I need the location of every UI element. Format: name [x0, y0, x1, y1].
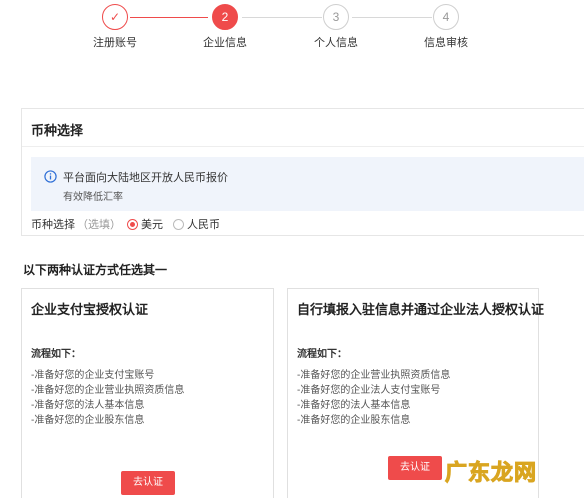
info-circle-icon [44, 170, 57, 183]
list-item: -准备好您的企业营业执照资质信息 [31, 385, 185, 396]
currency-field-label: 币种选择 [31, 219, 75, 231]
radio-usd[interactable] [127, 218, 138, 230]
step-label: 企业信息 [203, 37, 247, 49]
radio-usd-label[interactable]: 美元 [141, 216, 163, 232]
info-notice: 平台面向大陆地区开放人民币报价 有效降低汇率 [31, 157, 584, 211]
watermark-logo: 广东龙网 [444, 460, 538, 486]
radio-rmb-label[interactable]: 人民币 [187, 216, 220, 232]
radio-rmb[interactable] [173, 218, 184, 230]
step-register-account: ✓ 注册账号 [75, 4, 155, 50]
list-item: -准备好您的企业股东信息 [31, 415, 145, 426]
step-label: 信息审核 [424, 37, 468, 49]
requirements-list: -准备好您的企业营业执照资质信息 -准备好您的企业法人支付宝账号 -准备好您的法… [297, 368, 450, 428]
step-company-info: 2 企业信息 [185, 4, 265, 50]
step-label: 个人信息 [314, 37, 358, 49]
list-item: -准备好您的法人基本信息 [31, 400, 145, 411]
list-item: -准备好您的企业营业执照资质信息 [297, 370, 451, 381]
certify-button[interactable]: 去认证 [388, 456, 442, 480]
certify-button[interactable]: 去认证 [121, 471, 175, 495]
list-item: -准备好您的企业股东信息 [297, 415, 411, 426]
step-number: 4 [433, 4, 459, 30]
step-info-review: 4 信息审核 [406, 4, 486, 50]
notice-text: 平台面向大陆地区开放人民币报价 [63, 172, 228, 184]
card-title: 自行填报入驻信息并通过企业法人授权认证 [297, 302, 545, 317]
card-subtitle: 流程如下： [31, 349, 81, 360]
step-number: 2 [212, 4, 238, 30]
section-heading: 以下两种认证方式任选其一 [23, 263, 168, 277]
list-item: -准备好您的企业法人支付宝账号 [297, 385, 441, 396]
panel-title: 币种选择 [31, 123, 84, 138]
check-icon: ✓ [102, 4, 128, 30]
card-subtitle: 流程如下： [297, 349, 347, 360]
currency-panel: 币种选择 平台面向大陆地区开放人民币报价 有效降低汇率 币种选择 （选填） 美元… [21, 108, 584, 236]
requirements-list: -准备好您的企业支付宝账号 -准备好您的企业营业执照资质信息 -准备好您的法人基… [31, 368, 184, 428]
step-personal-info: 3 个人信息 [296, 4, 376, 50]
currency-radio-group: 币种选择 （选填） 美元 人民币 [31, 216, 230, 232]
list-item: -准备好您的企业支付宝账号 [31, 370, 155, 381]
card-title: 企业支付宝授权认证 [31, 302, 149, 317]
divider [22, 146, 584, 147]
list-item: -准备好您的法人基本信息 [297, 400, 411, 411]
alipay-auth-card: 企业支付宝授权认证 流程如下： -准备好您的企业支付宝账号 -准备好您的企业营业… [21, 288, 274, 498]
optional-hint: （选填） [77, 219, 121, 231]
step-label: 注册账号 [93, 37, 137, 49]
notice-subtext: 有效降低汇率 [63, 192, 123, 203]
step-number: 3 [323, 4, 349, 30]
